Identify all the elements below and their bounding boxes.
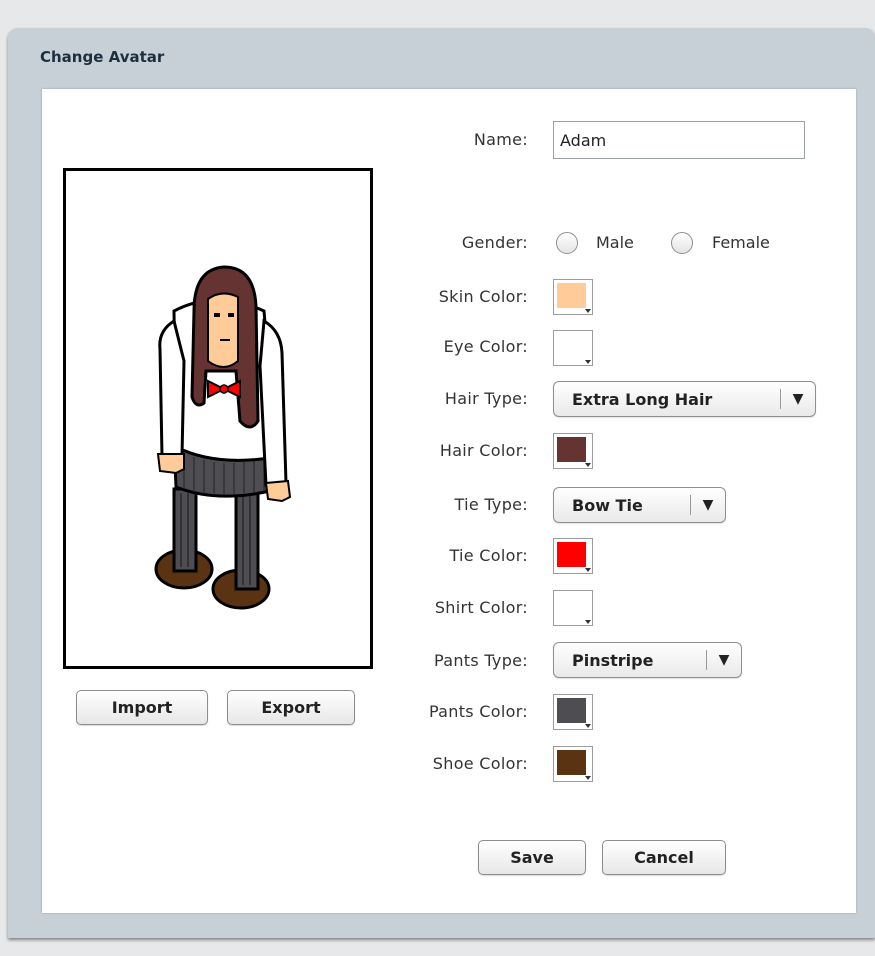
gender-label: Gender: — [461, 233, 528, 252]
swatch-dropdown-icon — [585, 309, 591, 313]
shoe-color-picker[interactable] — [553, 746, 593, 782]
shirt-color-label: Shirt Color: — [434, 598, 528, 617]
skin-color-label: Skin Color: — [438, 287, 528, 306]
export-button[interactable]: Export — [227, 690, 355, 725]
tie-color-fill — [557, 542, 586, 567]
swatch-dropdown-icon — [585, 568, 591, 572]
shirt-color-fill — [557, 594, 586, 619]
eye-color-picker[interactable] — [553, 330, 593, 366]
swatch-dropdown-icon — [585, 776, 591, 780]
hair-type-select[interactable]: Extra Long Hair ▼ — [553, 381, 816, 417]
tie-color-picker[interactable] — [553, 538, 593, 574]
eye-color-label: Eye Color: — [443, 337, 528, 356]
avatar-preview — [63, 168, 373, 669]
import-button[interactable]: Import — [76, 690, 208, 725]
swatch-dropdown-icon — [585, 463, 591, 467]
dialog-title: Change Avatar — [40, 48, 165, 66]
right-hand — [264, 479, 292, 503]
pants-type-label: Pants Type: — [433, 651, 528, 670]
gender-male-radio[interactable] — [556, 232, 578, 254]
tie-type-select[interactable]: Bow Tie ▼ — [553, 487, 726, 523]
skin-color-picker[interactable] — [553, 279, 593, 315]
hair-color-label: Hair Color: — [439, 441, 528, 460]
gender-female-radio[interactable] — [671, 232, 693, 254]
pants-color-picker[interactable] — [553, 694, 593, 730]
hair-type-value: Extra Long Hair — [572, 389, 713, 409]
pants-color-fill — [557, 698, 586, 723]
swatch-dropdown-icon — [585, 360, 591, 364]
right-leg — [234, 487, 260, 591]
shoe-color-label: Shoe Color: — [432, 754, 528, 773]
chevron-down-icon: ▼ — [792, 391, 804, 407]
face — [207, 292, 239, 368]
hair-color-picker[interactable] — [553, 433, 593, 469]
pants-type-value: Pinstripe — [572, 650, 654, 670]
swatch-dropdown-icon — [585, 724, 591, 728]
pants-color-label: Pants Color: — [428, 702, 528, 721]
swatch-dropdown-icon — [585, 620, 591, 624]
tie-type-value: Bow Tie — [572, 495, 643, 515]
cancel-button[interactable]: Cancel — [602, 840, 726, 875]
save-button[interactable]: Save — [478, 840, 586, 875]
name-label: Name: — [473, 130, 528, 149]
hair-color-fill — [557, 437, 586, 462]
tie-type-label: Tie Type: — [454, 495, 528, 514]
gender-female-label[interactable]: Female — [712, 233, 770, 252]
left-leg — [172, 487, 198, 573]
pants-type-select[interactable]: Pinstripe ▼ — [553, 642, 742, 678]
skin-color-fill — [557, 283, 586, 308]
gender-male-label[interactable]: Male — [596, 233, 634, 252]
right-arm — [258, 318, 288, 487]
shoe-color-fill — [557, 750, 586, 775]
chevron-down-icon: ▼ — [702, 497, 714, 513]
left-hand — [156, 453, 185, 475]
tie-color-label: Tie Color: — [449, 546, 528, 565]
bow-tie-knot — [219, 384, 229, 394]
eye-color-fill — [557, 334, 586, 359]
name-input[interactable] — [553, 121, 805, 159]
chevron-down-icon: ▼ — [718, 652, 730, 668]
avatar-figure — [154, 265, 292, 610]
shirt-color-picker[interactable] — [553, 590, 593, 626]
left-arm — [158, 318, 186, 458]
hair-type-label: Hair Type: — [444, 389, 528, 408]
